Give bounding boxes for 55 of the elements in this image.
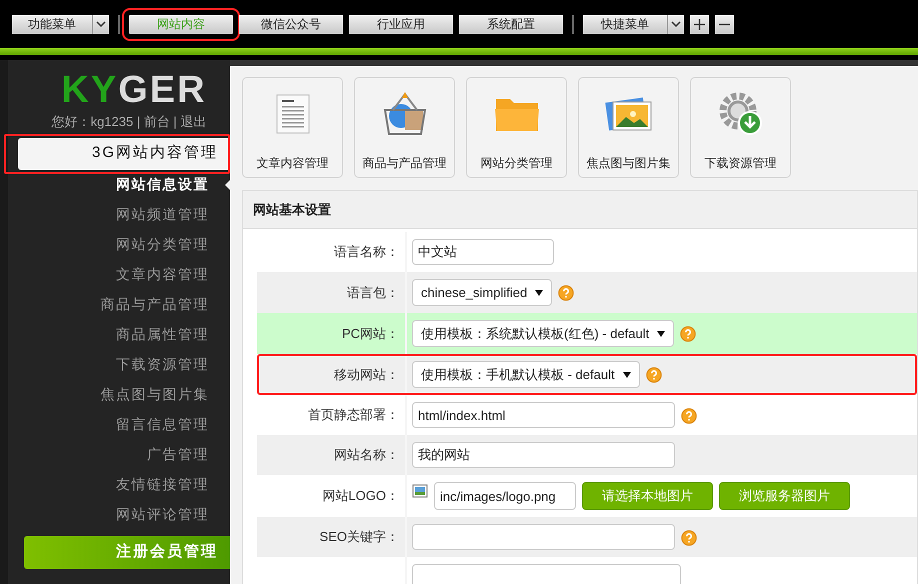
field-label: 语言名称： (334, 243, 399, 262)
field-label: SEO关键字： (320, 528, 399, 546)
select-dropdown[interactable]: chinese_simplified (412, 279, 552, 306)
help-icon[interactable] (558, 285, 574, 301)
help-icon[interactable] (681, 530, 697, 546)
sidebar-item[interactable]: 网站分类管理 (116, 234, 225, 255)
sidebar-item[interactable]: 商品属性管理 (116, 324, 225, 345)
caret-icon (622, 372, 631, 378)
text-field[interactable]: html/index.html (412, 402, 675, 428)
image-icon (412, 482, 428, 498)
shortcut-tile[interactable]: 网站分类管理 (466, 77, 567, 178)
field-label: 首页静态部署： (308, 406, 399, 424)
text-field[interactable] (412, 524, 675, 550)
sidebar-item[interactable]: 网站信息设置 (116, 174, 225, 195)
section-header[interactable]: 3G网站内容管理 (18, 138, 230, 170)
shortcut-tile[interactable]: 商品与产品管理 (354, 77, 455, 178)
sidebar-item[interactable]: 网站评论管理 (116, 504, 225, 525)
remove-button[interactable] (715, 14, 734, 34)
sidebar-item[interactable]: 商品与产品管理 (100, 294, 225, 315)
sidebar-item[interactable]: 下载资源管理 (116, 354, 225, 375)
text-field[interactable]: 我的网站 (412, 442, 675, 468)
sidebar-item[interactable]: 广告管理 (147, 444, 225, 465)
text-field[interactable]: 中文站 (412, 239, 554, 265)
select-dropdown[interactable]: 使用模板：手机默认模板 - default (412, 361, 640, 388)
select-dropdown[interactable]: 使用模板：系统默认模板(红色) - default (412, 320, 674, 347)
caret-icon (535, 290, 544, 296)
user-greeting: 您好：kg1235 | 前台 | 退出 (52, 113, 206, 131)
panel-title: 网站基本设置 (253, 200, 331, 219)
shortcut-tile[interactable]: 下载资源管理 (690, 77, 791, 178)
sidebar-item[interactable]: 友情链接管理 (116, 474, 225, 495)
shortcut-tile[interactable]: 文章内容管理 (242, 77, 343, 178)
shortcut-tile[interactable]: 焦点图与图片集 (578, 77, 679, 178)
help-icon[interactable] (681, 408, 697, 424)
field-label: 移动网站： (334, 366, 399, 384)
menu-tab[interactable]: 行业应用 (349, 14, 453, 34)
add-button[interactable] (690, 14, 709, 34)
field-label: 网站名称： (334, 446, 399, 464)
field-label: 网站LOGO： (322, 487, 399, 506)
sidebar-item[interactable]: 留言信息管理 (116, 414, 225, 435)
menu-tab[interactable]: 系统配置 (459, 14, 563, 34)
sidebar-item[interactable]: 网站频道管理 (116, 204, 225, 225)
field-label: 语言包： (347, 284, 399, 302)
field-label: PC网站： (342, 324, 399, 343)
help-icon[interactable] (646, 367, 662, 383)
sidebar-item[interactable]: 文章内容管理 (116, 264, 225, 285)
chevron-down-icon (96, 21, 106, 27)
document-icon (276, 94, 310, 134)
menu-tab[interactable]: 微信公众号 (239, 14, 343, 34)
caret-icon (657, 330, 666, 336)
gear-download-icon (718, 91, 764, 137)
chevron-down-icon (671, 21, 681, 27)
help-icon[interactable] (680, 326, 696, 342)
plus-icon (694, 18, 705, 30)
path-field[interactable]: inc/images/logo.png (434, 482, 576, 510)
sidebar-item[interactable]: 焦点图与图片集 (100, 384, 225, 405)
